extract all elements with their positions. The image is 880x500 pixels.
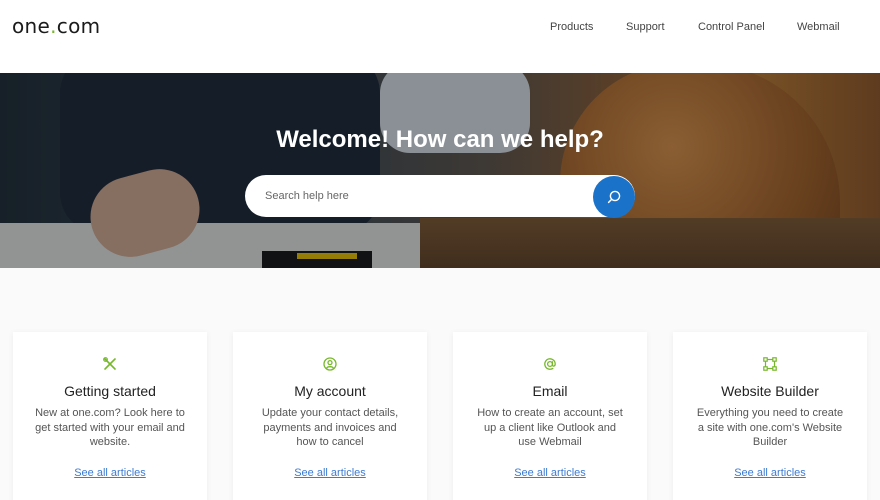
tools-icon — [103, 357, 116, 370]
nav-products[interactable]: Products — [550, 19, 593, 35]
at-sign-icon — [544, 358, 556, 370]
website-builder-icon — [763, 357, 777, 371]
logo-text-com: com — [56, 14, 101, 38]
search-icon — [607, 190, 621, 204]
card-description: How to create an account, set up a clien… — [477, 407, 623, 449]
nav-webmail[interactable]: Webmail — [797, 19, 840, 35]
card-email: Email How to create an account, set up a… — [453, 332, 647, 500]
card-title: Email — [532, 383, 568, 399]
card-title: My account — [294, 383, 366, 399]
user-circle-icon — [323, 357, 337, 371]
card-description: New at one.com? Look here to get started… — [35, 407, 185, 449]
onecom-logo[interactable]: one.com — [12, 14, 100, 38]
help-search-box — [245, 175, 635, 217]
see-all-articles-link[interactable]: See all articles — [13, 466, 207, 480]
card-title: Getting started — [64, 383, 156, 399]
hero-title: Welcome! How can we help? — [276, 126, 604, 153]
see-all-articles-link[interactable]: See all articles — [233, 466, 427, 480]
site-header: one.com Products Support Control Panel W… — [0, 0, 880, 73]
see-all-articles-link[interactable]: See all articles — [673, 466, 867, 480]
see-all-articles-link[interactable]: See all articles — [453, 466, 647, 480]
hero-overlay — [0, 73, 880, 268]
logo-text-one: one — [12, 14, 51, 38]
card-title: Website Builder — [721, 383, 819, 399]
logo-dot: . — [50, 14, 57, 38]
help-search-input[interactable] — [265, 186, 585, 206]
help-categories: Getting started New at one.com? Look her… — [0, 268, 880, 500]
card-website-builder: Website Builder Everything you need to c… — [673, 332, 867, 500]
nav-support[interactable]: Support — [626, 19, 665, 35]
card-getting-started: Getting started New at one.com? Look her… — [13, 332, 207, 500]
card-description: Update your contact details, payments an… — [261, 407, 399, 449]
search-button[interactable] — [593, 176, 635, 218]
card-description: Everything you need to create a site wit… — [696, 407, 844, 449]
nav-control-panel[interactable]: Control Panel — [698, 19, 765, 35]
hero-banner: Welcome! How can we help? — [0, 73, 880, 268]
card-my-account: My account Update your contact details, … — [233, 332, 427, 500]
